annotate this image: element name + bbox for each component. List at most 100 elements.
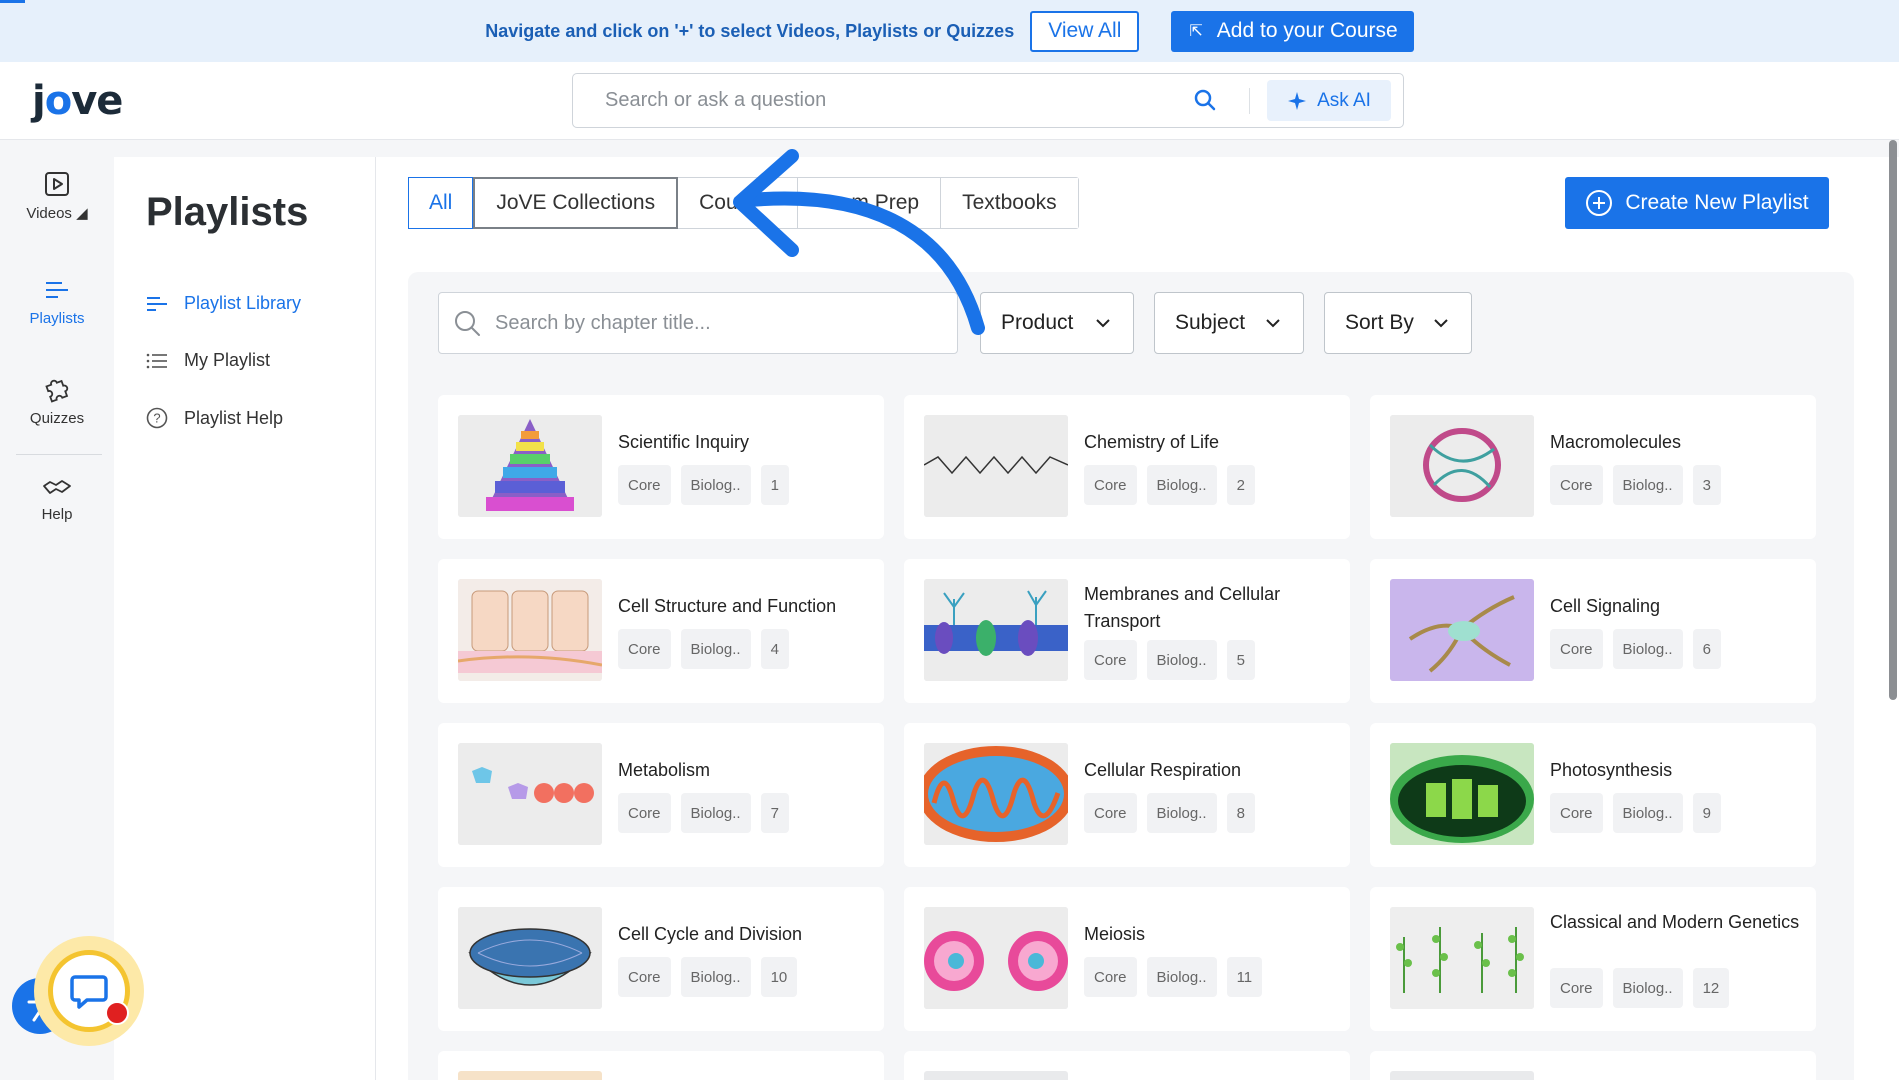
tag-product: Core: [1084, 640, 1137, 680]
sort-by-dropdown[interactable]: Sort By: [1324, 292, 1472, 354]
tag-product: Core: [1550, 968, 1603, 1008]
plus-circle-icon: [1586, 190, 1613, 216]
card-title: Macromolecules: [1550, 432, 1682, 452]
page-title: Playlists: [146, 190, 309, 234]
tab-courses[interactable]: Cou: [678, 178, 799, 228]
view-all-button[interactable]: View All: [1030, 10, 1140, 52]
tag-chapter-number: 1: [760, 465, 789, 505]
tag-chapter-number: 2: [1226, 465, 1255, 505]
card-tags: Core Biolog.. 5: [1084, 640, 1255, 680]
subject-dropdown[interactable]: Subject: [1154, 292, 1304, 354]
tag-product: Core: [618, 465, 671, 505]
playlist-card[interactable]: Photosynthesis Core Biolog.. 9: [1370, 723, 1816, 867]
card-thumbnail: [458, 1071, 602, 1080]
rail-item-quizzes[interactable]: Quizzes: [0, 374, 114, 427]
chevron-down-icon: [1096, 319, 1110, 328]
sidebar-label-playlist-library: Playlist Library: [184, 293, 302, 313]
playlist-card[interactable]: Cellular Respiration Core Biolog.. 8: [904, 723, 1350, 867]
product-dropdown[interactable]: Product: [980, 292, 1134, 354]
tag-product: Core: [1084, 957, 1137, 997]
rail-item-help[interactable]: Help: [0, 476, 114, 523]
chat-icon: [70, 975, 108, 1009]
handshake-icon: [43, 480, 71, 494]
card-title: Cell Structure and Function: [618, 596, 837, 616]
sidebar-item-playlist-library[interactable]: Playlist Library: [146, 293, 301, 314]
play-icon: [45, 172, 69, 196]
card-tags: Core Biolog.. 9: [1550, 793, 1721, 833]
header: jove Ask AI: [0, 62, 1899, 140]
jove-logo[interactable]: jove: [32, 78, 123, 124]
rail-label-playlists: Playlists: [29, 310, 85, 327]
create-new-playlist-label: Create New Playlist: [1625, 191, 1809, 214]
add-to-course-button[interactable]: ⇱ Add to your Course: [1171, 10, 1414, 52]
playlist-card[interactable]: Metabolism Core Biolog.. 7: [438, 723, 884, 867]
tab-exam-prep[interactable]: m Prep: [798, 178, 942, 228]
sidebar-label-my-playlist: My Playlist: [184, 350, 271, 370]
playlist-card[interactable]: Classical and Modern Genetics Core Biolo…: [1370, 887, 1816, 1031]
tag-subject: Biolog..: [1612, 629, 1683, 669]
tab-all[interactable]: All: [408, 177, 474, 229]
card-tags: Core Biolog.. 7: [618, 793, 789, 833]
playlist-card[interactable]: Cell Cycle and Division Core Biolog.. 10: [438, 887, 884, 1031]
rail-label-quizzes: Quizzes: [29, 410, 85, 427]
playlist-card[interactable]: Meiosis Core Biolog.. 11: [904, 887, 1350, 1031]
card-title: Cellular Respiration: [1084, 760, 1242, 780]
card-title: Scientific Inquiry: [618, 432, 750, 452]
add-to-course-label: Add to your Course: [1216, 19, 1398, 42]
playlist-card[interactable]: [1370, 1051, 1816, 1080]
notification-dot: [105, 1001, 129, 1025]
subject-dropdown-label: Subject: [1175, 311, 1246, 334]
playlist-card[interactable]: Scientific Inquiry Core Biolog.. 1: [438, 395, 884, 539]
chevron-down-icon: [1266, 319, 1280, 328]
top-progress-line: [0, 0, 25, 3]
playlist-card[interactable]: [904, 1051, 1350, 1080]
card-tags: Core Biolog.. 8: [1084, 793, 1255, 833]
sidebar-item-my-playlist[interactable]: My Playlist: [146, 350, 270, 371]
tag-product: Core: [1550, 465, 1603, 505]
create-new-playlist-button[interactable]: Create New Playlist: [1565, 177, 1829, 229]
card-title: Membranes and Cellular Transport: [1084, 584, 1281, 631]
page-scrollbar[interactable]: [1889, 140, 1897, 700]
course-banner: Navigate and click on '+' to select Vide…: [0, 0, 1899, 62]
card-thumbnail: [924, 579, 1068, 681]
tag-chapter-number: 7: [760, 793, 789, 833]
tag-subject: Biolog..: [1146, 793, 1217, 833]
search-icon: [455, 311, 480, 336]
tag-subject: Biolog..: [1146, 465, 1217, 505]
tag-subject: Biolog..: [1612, 793, 1683, 833]
card-thumbnail: [924, 743, 1068, 845]
chapter-search-input[interactable]: [481, 311, 941, 335]
playlist-card[interactable]: Macromolecules Core Biolog.. 3: [1370, 395, 1816, 539]
tab-jove-collections[interactable]: JoVE Collections: [473, 177, 679, 229]
playlist-card[interactable]: Membranes and Cellular Transport Core Bi…: [904, 559, 1350, 703]
card-tags: Core Biolog.. 6: [1550, 629, 1721, 669]
playlist-card[interactable]: Cell Signaling Core Biolog.. 6: [1370, 559, 1816, 703]
rail-item-videos[interactable]: Videos ◢: [0, 170, 114, 222]
playlist-card[interactable]: [438, 1051, 884, 1080]
playlist-card[interactable]: Chemistry of Life Core Biolog.. 2: [904, 395, 1350, 539]
rail-item-playlists[interactable]: Playlists: [0, 276, 114, 327]
tab-textbooks[interactable]: Textbooks: [941, 178, 1078, 228]
card-tags: Core Biolog.. 11: [1084, 957, 1263, 997]
ask-ai-button[interactable]: Ask AI: [1267, 80, 1391, 121]
card-title: Metabolism: [618, 760, 711, 780]
search-icon[interactable]: [1193, 88, 1217, 112]
playlist-card[interactable]: Cell Structure and Function Core Biolog.…: [438, 559, 884, 703]
tag-subject: Biolog..: [1146, 640, 1217, 680]
tag-subject: Biolog..: [680, 629, 751, 669]
chat-widget[interactable]: [34, 936, 144, 1046]
svg-text:?: ?: [153, 411, 160, 426]
playlist-tabs: All JoVE Collections Cou m Prep Textbook…: [408, 177, 1079, 229]
card-title: Photosynthesis: [1550, 760, 1673, 780]
main-content: All JoVE Collections Cou m Prep Textbook…: [376, 157, 1899, 1080]
playlists-sidebar: Playlists Playlist Library My Playlist ?…: [114, 157, 376, 1080]
sidebar-item-playlist-help[interactable]: ? Playlist Help: [146, 407, 283, 429]
global-search-input[interactable]: [573, 89, 1173, 112]
global-search: Ask AI: [572, 73, 1404, 128]
chat-button[interactable]: [48, 950, 130, 1032]
card-tags: Core Biolog.. 12: [1550, 968, 1730, 1008]
sort-by-dropdown-label: Sort By: [1345, 311, 1414, 334]
card-thumbnail: [1390, 1071, 1534, 1080]
tag-subject: Biolog..: [1612, 968, 1683, 1008]
sparkle-icon: [1288, 91, 1307, 110]
